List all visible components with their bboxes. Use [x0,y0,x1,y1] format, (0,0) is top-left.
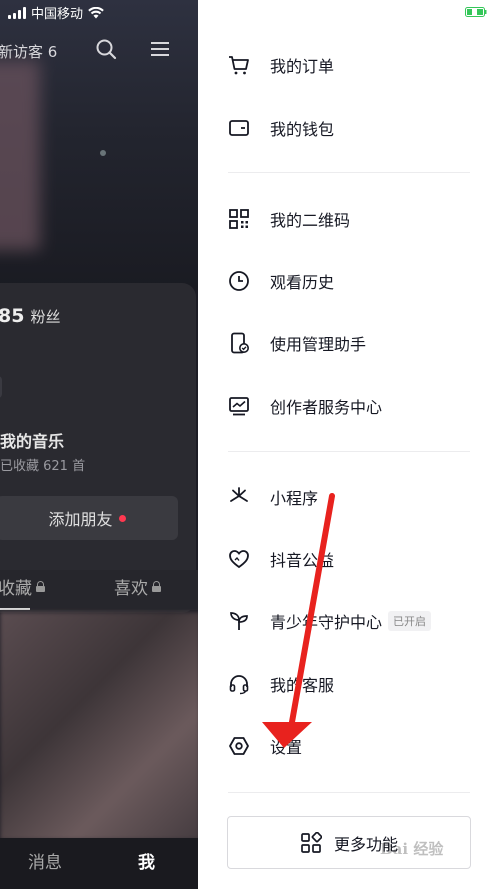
grid-apps-icon [301,831,322,853]
tab-favorites-label: 收藏 [0,579,32,599]
profile-tag [0,376,2,398]
nav-me[interactable]: 我 [138,848,155,873]
asterisk-icon [226,484,252,510]
cart-icon [226,52,252,78]
menu-customer-service[interactable]: 我的客服 [226,664,476,704]
menu-label: 观看历史 [270,273,335,292]
watermark: Bai 经验 [380,840,444,858]
menu-creator-center[interactable]: 创作者服务中心 [226,386,476,426]
nav-messages[interactable]: 消息 [28,848,62,873]
battery-icon [465,7,487,17]
menu-divider [228,172,470,173]
menu-label: 小程序 [270,489,319,508]
profile-background: 中国移动 新访客 6 85 粉丝 我的音乐 已收藏 621 首 添加朋友 收藏 … [0,0,200,889]
menu-label: 青少年守护中心 [270,613,383,632]
status-badge: 已开启 [388,611,432,631]
lock-icon [36,581,45,592]
heart-hand-icon [226,546,252,572]
wallet-icon [226,115,252,141]
qrcode-icon [226,206,252,232]
video-thumbnail[interactable] [0,612,200,840]
menu-label: 我的客服 [270,676,335,695]
menu-youth-protection[interactable]: 青少年守护中心 已开启 [226,601,476,641]
phone-check-icon [226,330,252,356]
tab-favorites[interactable]: 收藏 [0,574,45,599]
menu-label: 我的钱包 [270,120,335,139]
wifi-icon [88,6,104,18]
menu-divider [228,792,470,793]
headset-icon [226,671,252,697]
menu-my-wallet[interactable]: 我的钱包 [226,108,476,148]
menu-divider [228,451,470,452]
carrier-name: 中国移动 [31,7,84,22]
profile-card: 85 粉丝 我的音乐 已收藏 621 首 添加朋友 [0,283,196,613]
menu-my-orders[interactable]: 我的订单 [226,45,476,85]
menu-mini-programs[interactable]: 小程序 [226,477,476,517]
menu-label: 创作者服务中心 [270,398,383,417]
side-drawer: 我的订单 我的钱包 我的二维码 观看历史 使用管理助手 创作者服务中心 小程序 … [198,0,500,889]
menu-charity[interactable]: 抖音公益 [226,539,476,579]
profile-header-image [0,60,40,250]
signal-icon [8,6,26,19]
lock-icon [152,581,161,592]
menu-watch-history[interactable]: 观看历史 [226,261,476,301]
fans-label: 粉丝 [30,308,61,326]
status-bar-left: 中国移动 [8,3,104,22]
menu-label: 我的二维码 [270,211,351,230]
add-friend-button[interactable]: 添加朋友 [0,496,178,540]
fans-stat[interactable]: 85 粉丝 [0,305,60,327]
search-icon[interactable] [95,38,117,60]
hamburger-menu-icon[interactable] [150,40,170,58]
profile-header-speck [100,150,106,156]
tab-likes-label: 喜欢 [114,579,148,599]
chart-monitor-icon [226,393,252,419]
new-visitors-label[interactable]: 新访客 6 [0,41,57,62]
notification-dot [118,514,126,522]
menu-label: 设置 [270,738,303,757]
tab-active-indicator [0,608,30,610]
menu-label: 抖音公益 [270,551,335,570]
menu-settings[interactable]: 设置 [226,726,476,766]
clock-icon [226,268,252,294]
my-music-subtitle: 已收藏 621 首 [0,459,86,474]
fans-count: 85 [0,305,25,327]
menu-usage-manager[interactable]: 使用管理助手 [226,323,476,363]
hexagon-gear-icon [226,733,252,759]
profile-tabs: 收藏 喜欢 [0,570,200,610]
sprout-icon [226,608,252,634]
menu-label: 使用管理助手 [270,335,367,354]
menu-my-qrcode[interactable]: 我的二维码 [226,199,476,239]
menu-label: 我的订单 [270,57,335,76]
bottom-nav: 消息 我 [0,838,200,889]
my-music-title[interactable]: 我的音乐 [0,428,64,452]
add-friend-label: 添加朋友 [48,510,113,529]
profile-top-bar: 新访客 6 [0,36,200,66]
tab-likes[interactable]: 喜欢 [114,574,161,599]
